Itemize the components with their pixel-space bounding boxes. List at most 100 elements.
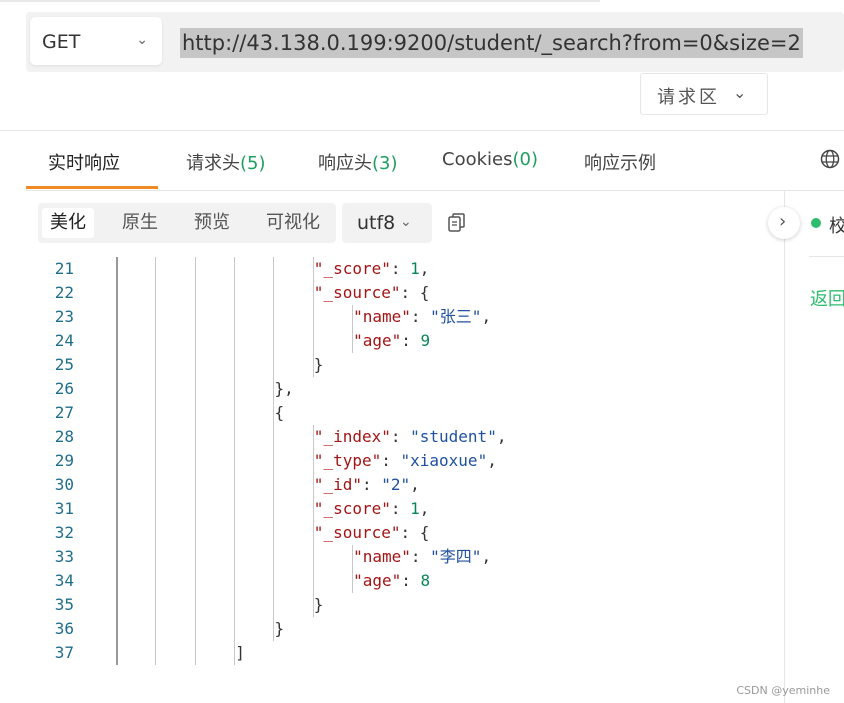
watermark: CSDN @yeminhe [736,684,830,697]
line-number: 33 [54,547,74,566]
line-number: 27 [54,403,74,422]
view-mode-visualize[interactable]: 可视化 [258,208,328,238]
indent-guide [116,257,118,281]
indent-guide [194,497,196,521]
line-number: 28 [54,427,74,446]
code-line: 29 "_type": "xiaoxue", [0,449,780,473]
code-line: 27 { [0,401,780,425]
indent-guide [194,329,196,353]
indent-guide [273,593,275,617]
indent-guide [273,569,275,593]
indent-guide [155,353,157,377]
copy-icon[interactable] [448,213,465,233]
tab-count: (5) [240,153,266,174]
code-line: 34 "age": 8 [0,569,780,593]
tab-request-headers[interactable]: 请求头(5) [186,149,266,175]
globe-icon[interactable] [820,149,840,169]
code-token: 1 [410,259,420,278]
chevron-down-icon: ⌄ [136,32,148,48]
method-select[interactable]: GET ⌄ [30,17,162,65]
line-number: 31 [54,499,74,518]
indent-guide [233,617,235,641]
code-line: 33 "name": "李四", [0,545,780,569]
indent-guide [312,329,314,353]
indent-guide [155,641,157,665]
indent-guide [233,353,235,377]
indent-guide [233,425,235,449]
indent-guide [116,497,118,521]
right-panel-title: 校 [829,216,844,237]
indent-guide [194,593,196,617]
tab-live-response[interactable]: 实时响应 [48,149,120,175]
code-text: "_score": 1, [314,497,430,521]
tab-cookies[interactable]: Cookies(0) [442,149,538,170]
chevron-right-icon: › [779,211,787,232]
indent-guide [194,641,196,665]
code-token: }, [274,379,294,398]
indent-guide [194,521,196,545]
indent-guide [194,545,196,569]
indent-guide [155,305,157,329]
indent-guide [273,305,275,329]
indent-guide [233,473,235,497]
indent-guide [155,569,157,593]
code-text: } [275,617,285,641]
request-area: GET ⌄ http://43.138.0.199:9200/student/_… [0,0,844,130]
tab-response-headers[interactable]: 响应头(3) [318,149,398,175]
indent-guide [233,377,235,401]
code-line: 26}, [0,377,780,401]
method-label: GET [42,31,81,53]
line-number: 35 [54,595,74,614]
code-text: }, [275,377,294,401]
indent-guide [155,401,157,425]
indent-guide [273,353,275,377]
view-mode-raw[interactable]: 原生 [114,208,166,238]
code-token: : [410,307,431,326]
code-token: , [419,259,430,278]
response-tabs: 实时响应 请求头(5) 响应头(3) Cookies(0) 响应示例 [0,131,844,191]
indent-guide [155,281,157,305]
indent-guide [116,641,118,665]
view-mode-pretty[interactable]: 美化 [42,208,94,238]
code-token: ] [235,643,245,662]
indent-guide [116,401,118,425]
top-scroll-strip [0,0,600,2]
line-number: 24 [54,331,74,350]
code-token: "student" [410,427,497,446]
code-token: { [274,403,285,422]
indent-guide [155,425,157,449]
indent-guide [116,545,118,569]
code-token: "_source" [313,523,401,542]
indent-guide [273,545,275,569]
request-zone-toggle[interactable]: 请求区 ⌄ [640,73,768,115]
line-number: 22 [54,283,74,302]
code-line: 23 "name": "张三", [0,305,780,329]
indent-guide [273,257,275,281]
code-token: , [410,475,420,494]
line-number: 37 [54,643,74,662]
code-token: } [313,355,324,374]
status-dot [811,218,821,228]
tab-response-examples[interactable]: 响应示例 [584,149,656,175]
divider [809,256,844,257]
encoding-select[interactable]: utf8 ⌄ [342,203,432,243]
code-token: : [410,547,431,566]
indent-guide [155,377,157,401]
indent-guide [116,473,118,497]
right-panel-link[interactable]: 返回 [810,285,844,311]
indent-guide [155,257,157,281]
line-number: 25 [54,355,74,374]
indent-guide [116,569,118,593]
url-input[interactable]: http://43.138.0.199:9200/student/_search… [180,28,803,58]
code-text: "_source": { [314,521,430,545]
indent-guide [194,401,196,425]
response-body-viewer[interactable]: 21 "_score": 1, 22 "_source": {23 "name": "张… [0,257,780,671]
divider [26,190,844,191]
code-token: : [390,259,411,278]
collapse-panel-button[interactable]: › [768,207,800,239]
indent-guide [233,281,235,305]
code-text: "_type": "xiaoxue", [314,449,497,473]
view-mode-preview[interactable]: 预览 [186,208,238,238]
indent-guide [273,329,275,353]
tab-count: (0) [512,149,538,170]
